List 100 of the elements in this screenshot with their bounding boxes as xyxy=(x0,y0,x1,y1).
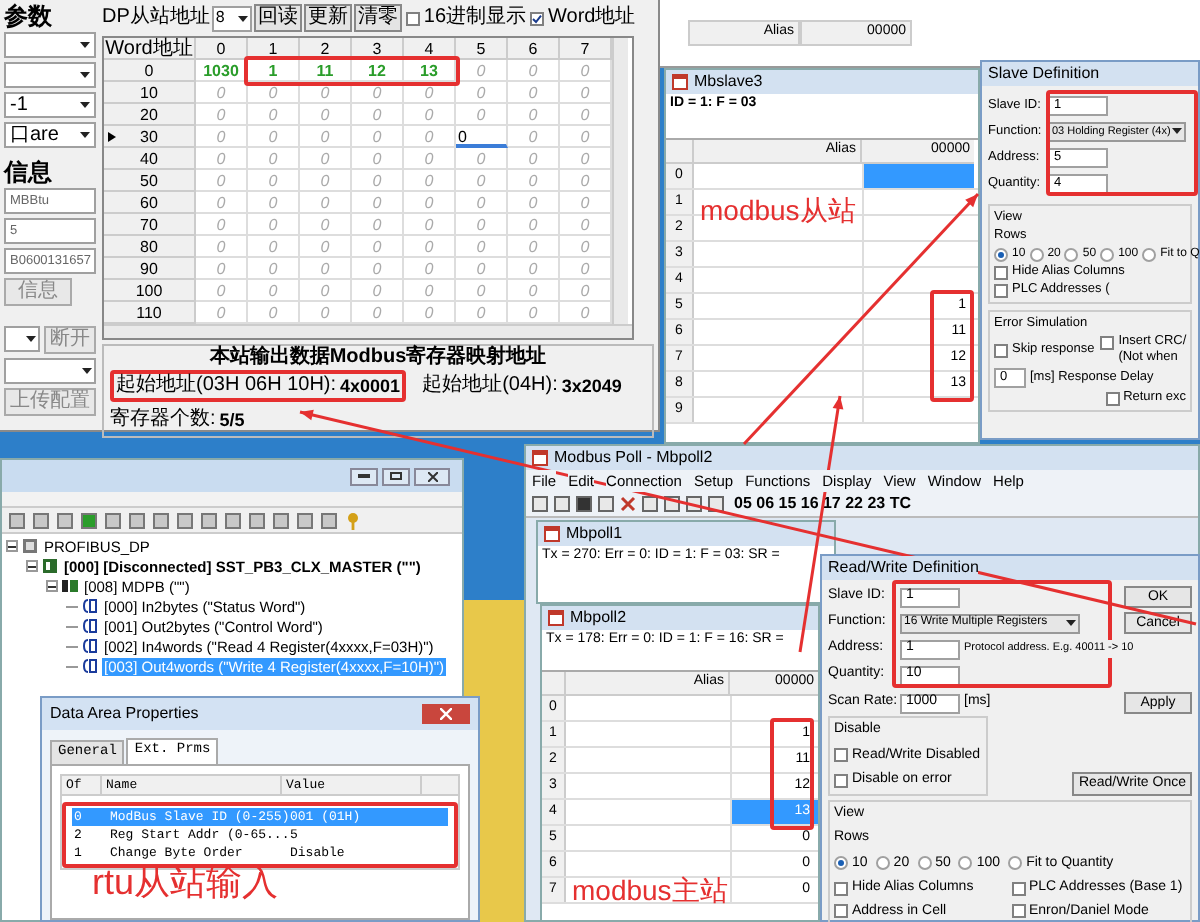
data-icon xyxy=(82,638,98,654)
checkbox[interactable] xyxy=(834,881,848,896)
table-cell: 0 xyxy=(456,258,508,280)
table-cell: 0 xyxy=(456,82,508,104)
data-icon xyxy=(82,658,98,674)
window-title: Slave Definition xyxy=(988,66,1100,82)
checkbox[interactable] xyxy=(834,904,848,919)
table-cell: 0 xyxy=(456,280,508,302)
table-cell: 0 xyxy=(300,170,352,192)
checkbox[interactable] xyxy=(834,773,848,788)
table-cell: 0 xyxy=(508,236,560,258)
radio-button[interactable] xyxy=(1100,247,1115,261)
table-cell: 0 xyxy=(404,126,456,148)
checkbox[interactable] xyxy=(1105,391,1120,405)
close-icon xyxy=(427,471,437,481)
caret-icon xyxy=(80,42,90,48)
table-cell: 0 xyxy=(248,214,300,236)
table-cell: 0 xyxy=(196,192,248,214)
table-cell: 0 xyxy=(300,258,352,280)
dropdown[interactable]: -1 xyxy=(4,92,96,118)
table-cell: 0 xyxy=(248,280,300,302)
radio-button[interactable] xyxy=(1029,247,1044,261)
group-title: 本站输出数据Modbus寄存器映射地址 xyxy=(209,346,547,370)
checkbox[interactable] xyxy=(1011,881,1025,896)
checkbox[interactable] xyxy=(1100,335,1115,349)
checkbox[interactable] xyxy=(405,11,420,25)
radio-button[interactable] xyxy=(1064,247,1079,261)
table-cell: 13 xyxy=(404,60,456,82)
radio-button[interactable] xyxy=(1142,247,1157,261)
radio-button[interactable] xyxy=(875,856,890,871)
data-icon xyxy=(82,598,98,614)
checkbox[interactable] xyxy=(1011,904,1025,919)
table-cell: 0 xyxy=(196,258,248,280)
caret-icon xyxy=(1066,620,1076,626)
field-label: 寄存器个数: xyxy=(110,408,216,432)
row-header: 0 xyxy=(104,60,196,82)
table-cell: 0 xyxy=(248,148,300,170)
window-icon xyxy=(548,610,564,626)
table-cell: 0 xyxy=(508,148,560,170)
table-cell: 0 xyxy=(508,170,560,192)
row-header: 50 xyxy=(104,170,196,192)
row-header: 30 xyxy=(104,126,196,148)
table-cell: 0 xyxy=(248,236,300,258)
table-cell: 0 xyxy=(404,148,456,170)
table-cell: 0 xyxy=(248,170,300,192)
checkbox[interactable] xyxy=(994,265,1008,279)
radio-button[interactable] xyxy=(917,856,932,871)
table-cell: 0 xyxy=(404,170,456,192)
table-cell: 0 xyxy=(352,236,404,258)
table-cell: 0 xyxy=(508,280,560,302)
dropdown[interactable] xyxy=(4,326,40,352)
table-cell: 0 xyxy=(352,104,404,126)
table-cell: 0 xyxy=(456,148,508,170)
window-title: Modbus Poll - Mbpoll2 xyxy=(554,446,713,470)
table-cell: 0 xyxy=(196,104,248,126)
dropdown[interactable]: 8 xyxy=(211,5,252,31)
row-header: 110 xyxy=(104,302,196,324)
delete-icon[interactable] xyxy=(620,496,636,512)
checkbox[interactable] xyxy=(994,283,1008,297)
radio-button[interactable] xyxy=(994,247,1008,261)
radio-button[interactable] xyxy=(958,856,973,871)
table-cell: 0 xyxy=(508,82,560,104)
toolbar-button[interactable]: 回读 xyxy=(253,4,302,32)
close-button[interactable] xyxy=(414,467,450,485)
window-icon xyxy=(672,74,688,90)
caret-icon xyxy=(26,336,36,342)
table-cell: 0 xyxy=(508,192,560,214)
table-cell: 0 xyxy=(196,236,248,258)
checkbox[interactable] xyxy=(994,343,1008,357)
row-header: 100 xyxy=(104,280,196,302)
key-icon[interactable] xyxy=(344,511,362,529)
table-cell: 0 xyxy=(404,104,456,126)
table-cell: 0 xyxy=(352,280,404,302)
table-cell: 0 xyxy=(248,104,300,126)
minimize-button[interactable] xyxy=(350,467,378,485)
row-header: 40 xyxy=(104,148,196,170)
radio-button[interactable] xyxy=(1008,856,1023,871)
table-cell: 0 xyxy=(404,280,456,302)
table-cell: 0 xyxy=(352,214,404,236)
radio-button[interactable] xyxy=(834,856,848,871)
table-cell: 0 xyxy=(300,126,352,148)
row-header: 80 xyxy=(104,236,196,258)
field-value: 5/5 xyxy=(219,408,245,432)
toolbar-button[interactable]: 更新 xyxy=(303,4,352,32)
annotation-text: modbus从站 xyxy=(700,196,856,224)
table-cell: 0 xyxy=(300,236,352,258)
toolbar-button[interactable]: 清零 xyxy=(353,4,402,32)
checkbox-label: 16进制显示 xyxy=(423,8,527,28)
close-button[interactable] xyxy=(422,704,470,724)
caret-icon xyxy=(80,102,90,108)
table-cell: 12 xyxy=(352,60,404,82)
maximize-button[interactable] xyxy=(382,467,410,485)
table-cell: 0 xyxy=(404,82,456,104)
dropdown[interactable]: 口are xyxy=(4,122,96,148)
group-title: 参数 xyxy=(4,4,54,28)
table-cell: 0 xyxy=(196,82,248,104)
checkbox[interactable] xyxy=(530,11,545,25)
table-cell: 0 xyxy=(404,192,456,214)
checkbox[interactable] xyxy=(834,748,848,763)
close-icon xyxy=(440,708,452,720)
